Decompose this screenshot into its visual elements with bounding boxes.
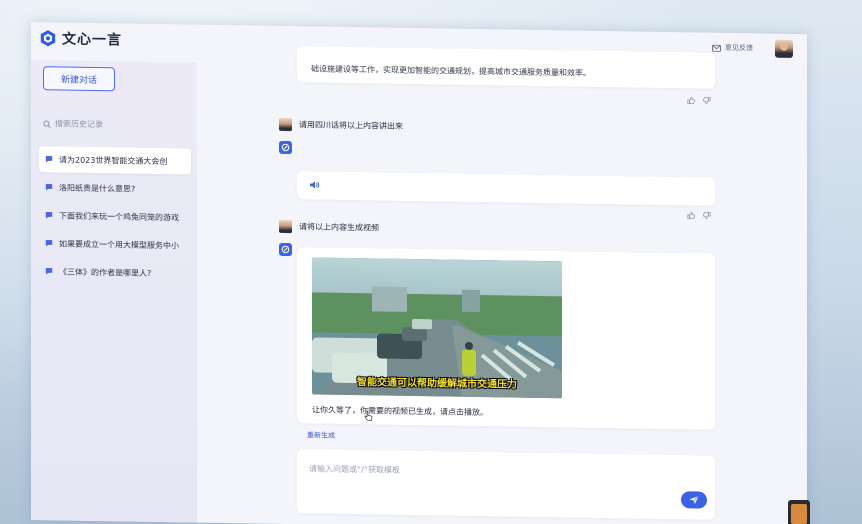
chat-input[interactable] <box>307 459 671 484</box>
chat-bubble-icon <box>45 240 53 247</box>
answer-feedback <box>687 211 711 220</box>
chat-bubble-icon <box>45 212 53 219</box>
top-bar-actions: 意见反馈 <box>712 39 793 58</box>
chat-bubble-icon <box>45 156 53 163</box>
wenxin-logo-icon <box>281 143 290 152</box>
history-list: 请为2023世界智能交通大会创 洛阳纸贵是什么意思? 下面我们来玩一个鸡兔同笼的… <box>39 146 191 288</box>
send-button[interactable] <box>681 491 707 509</box>
thumbs-up-icon[interactable] <box>687 211 695 219</box>
search-placeholder: 搜索历史记录 <box>55 119 103 130</box>
history-item-label: 下面我们来玩一个鸡兔同笼的游戏 <box>59 210 179 222</box>
history-item[interactable]: 如果要成立一个用大模型服务中小 <box>39 230 191 258</box>
app-window: 文心一言 意见反馈 新建对话 搜索历史记录 请为2023世界智能交通大会创 洛阳… <box>31 22 807 524</box>
history-item-label: 请为2023世界智能交通大会创 <box>59 154 168 166</box>
video-done-text: 让你久等了，你需要的视频已生成，请点击播放。 <box>312 405 488 418</box>
history-item-label: 如果要成立一个用大模型服务中小 <box>59 238 179 250</box>
user-message: 请将以上内容生成视频 <box>279 219 379 235</box>
chat-area: 础设施建设等工作，实现更加智能的交通规划，提高城市交通服务质量和效率。 请用四川… <box>197 46 807 524</box>
audio-answer-card[interactable] <box>297 171 715 206</box>
feedback-button[interactable]: 意见反馈 <box>712 43 753 54</box>
speaker-icon[interactable] <box>309 180 320 189</box>
search-icon <box>43 120 51 128</box>
user-message-text: 请将以上内容生成视频 <box>299 222 379 233</box>
wenxin-logo-icon <box>40 30 56 47</box>
user-avatar[interactable] <box>775 39 793 58</box>
history-item[interactable]: 《三体》的作者是哪里人? <box>39 258 191 286</box>
app-title: 文心一言 <box>62 31 122 49</box>
wenxin-logo-icon <box>281 245 290 254</box>
video-answer-card: 智能交通可以帮助缓解城市交通压力 让你久等了，你需要的视频已生成，请点击播放。 <box>297 247 715 430</box>
history-item-label: 《三体》的作者是哪里人? <box>59 266 152 278</box>
video-player[interactable]: 智能交通可以帮助缓解城市交通压力 <box>312 257 562 399</box>
previous-answer-card: 础设施建设等工作，实现更加智能的交通规划，提高城市交通服务质量和效率。 <box>297 46 715 89</box>
bot-avatar <box>279 242 292 257</box>
paper-plane-icon <box>689 495 699 504</box>
history-item-label: 洛阳纸贵是什么意思? <box>59 182 136 194</box>
thumbs-down-icon[interactable] <box>703 212 711 220</box>
user-message-text: 请用四川话将以上内容讲出来 <box>299 120 403 131</box>
feedback-label: 意见反馈 <box>725 43 753 53</box>
thumbs-up-icon[interactable] <box>687 96 695 104</box>
history-item[interactable]: 请为2023世界智能交通大会创 <box>39 146 191 175</box>
avatar <box>279 117 292 132</box>
bot-avatar <box>279 140 292 155</box>
avatar <box>279 219 292 234</box>
chat-bubble-icon <box>45 184 53 191</box>
app-logo[interactable]: 文心一言 <box>39 28 122 49</box>
chat-bubble-icon <box>45 268 53 275</box>
regenerate-button[interactable]: 重新生成 <box>307 430 335 440</box>
sidebar: 新建对话 搜索历史记录 请为2023世界智能交通大会创 洛阳纸贵是什么意思? 下… <box>31 60 197 523</box>
mail-icon <box>712 44 721 52</box>
chat-input-box <box>297 449 715 520</box>
answer-feedback <box>687 96 711 105</box>
phone-in-foreground <box>788 500 810 524</box>
history-item[interactable]: 洛阳纸贵是什么意思? <box>39 174 191 202</box>
thumbs-down-icon[interactable] <box>703 97 711 105</box>
hand-cursor-icon <box>364 410 373 421</box>
new-chat-button[interactable]: 新建对话 <box>43 66 115 92</box>
user-message: 请用四川话将以上内容讲出来 <box>279 117 403 133</box>
previous-answer-text: 础设施建设等工作，实现更加智能的交通规划，提高城市交通服务质量和效率。 <box>311 64 591 78</box>
history-search[interactable]: 搜索历史记录 <box>43 118 103 130</box>
history-item[interactable]: 下面我们来玩一个鸡兔同笼的游戏 <box>39 202 191 230</box>
